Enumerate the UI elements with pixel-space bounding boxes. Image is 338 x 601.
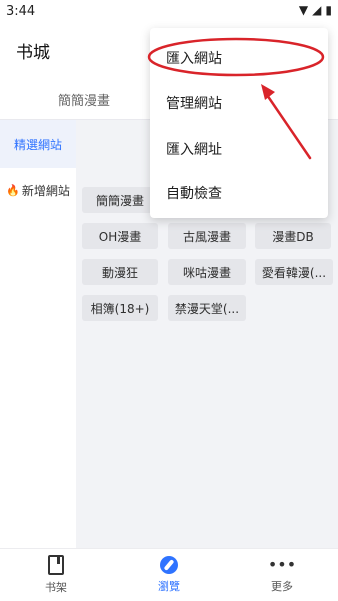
overflow-menu: 匯入網站 管理網站 匯入網址 自動檢查	[150, 28, 328, 218]
site-chip[interactable]: 愛看韓漫(...	[255, 259, 333, 285]
site-chip[interactable]: 咪咕漫畫	[168, 259, 246, 285]
sidebar-item-label: 新增網站	[21, 183, 70, 198]
compass-icon	[160, 556, 178, 574]
signal-icon: ◢	[312, 3, 322, 17]
nav-browse[interactable]: 瀏覽	[129, 549, 209, 601]
page-title: 书城	[16, 43, 50, 63]
source-tab[interactable]: 簡簡漫畫	[58, 90, 110, 109]
sidebar-item-label: 精選網站	[13, 137, 62, 152]
wifi-icon: ▼	[298, 3, 309, 17]
site-chip[interactable]: OH漫畫	[82, 223, 158, 249]
site-chip[interactable]: 簡簡漫畫	[82, 187, 158, 213]
bookshelf-icon	[48, 555, 64, 575]
status-icons: ▼ ◢ ▮	[299, 4, 332, 16]
site-chip[interactable]: 禁漫天堂(...	[168, 295, 246, 321]
nav-more[interactable]: ••• 更多	[242, 549, 322, 601]
site-chip[interactable]: 古風漫畫	[168, 223, 246, 249]
sidebar: 精選網站 🔥 新增網站	[0, 120, 76, 548]
nav-label: 瀏覽	[158, 580, 180, 593]
battery-icon: ▮	[325, 3, 332, 17]
more-dots-icon: •••	[267, 555, 297, 574]
fire-icon: 🔥	[6, 183, 20, 197]
status-time: 3:44	[6, 4, 36, 19]
nav-bookshelf[interactable]: 书架	[16, 549, 96, 601]
sidebar-item-new[interactable]: 🔥 新增網站	[0, 166, 76, 214]
site-chip[interactable]: 動漫狂	[82, 259, 158, 285]
menu-item-manage-sites[interactable]: 管理網站	[166, 93, 222, 113]
sidebar-item-featured[interactable]: 精選網站	[0, 120, 76, 168]
nav-label: 更多	[271, 580, 293, 593]
site-chip[interactable]: 相簿(18+)	[82, 295, 158, 321]
status-bar: 3:44 ▼ ◢ ▮	[0, 0, 338, 24]
nav-label: 书架	[45, 581, 67, 594]
site-chip[interactable]: 漫畫DB	[255, 223, 331, 249]
menu-item-auto-check[interactable]: 自動檢查	[166, 183, 222, 203]
menu-item-import-url[interactable]: 匯入網址	[166, 139, 222, 159]
menu-item-import-site[interactable]: 匯入網站	[166, 48, 222, 68]
bottom-nav: 书架 瀏覽 ••• 更多	[0, 548, 338, 601]
